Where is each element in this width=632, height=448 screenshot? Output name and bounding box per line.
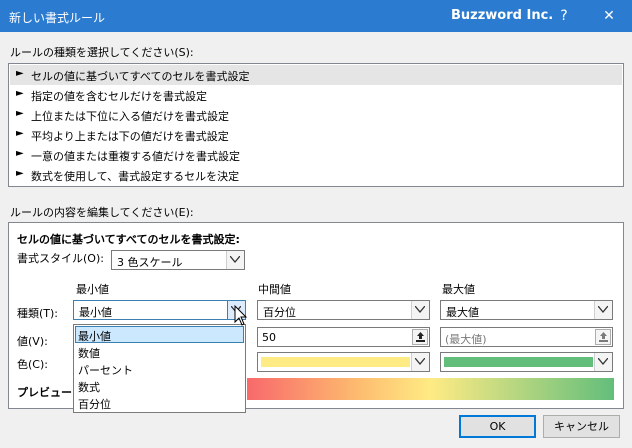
format-style-label: 書式スタイル(O): xyxy=(17,252,104,265)
rule-type-label: ルールの種類を選択してください(S): xyxy=(10,46,194,59)
mouse-cursor-icon xyxy=(234,305,248,326)
edit-rule-label: ルールの内容を編集してください(E): xyxy=(10,206,194,219)
color-label: 色(C): xyxy=(17,358,48,371)
min-type-select[interactable]: 最小値 xyxy=(73,300,246,320)
rule-type-item[interactable]: ► セルの値に基づいてすべてのセルを書式設定 xyxy=(10,65,622,85)
rule-type-item[interactable]: ► 一意の値または重複する値だけを書式設定 xyxy=(10,145,622,165)
close-button[interactable]: ✕ xyxy=(596,4,622,28)
bullet-arrow-icon: ► xyxy=(16,88,24,99)
type-label: 種類(T): xyxy=(17,307,59,320)
mid-column-header: 中間値 xyxy=(258,283,291,296)
chevron-down-icon[interactable] xyxy=(411,301,429,319)
format-style-select[interactable]: 3 色スケール xyxy=(111,250,245,270)
max-value-input[interactable]: (最大値) xyxy=(440,327,613,347)
cancel-button[interactable]: キャンセル xyxy=(543,415,620,438)
min-type-dropdown[interactable]: 最小値 数値 パーセント 数式 百分位 xyxy=(73,324,246,413)
rule-heading: セルの値に基づいてすべてのセルを書式設定: xyxy=(17,233,240,246)
rule-type-list[interactable]: ► セルの値に基づいてすべてのセルを書式設定 ► 指定の値を含むセルだけを書式設… xyxy=(8,63,624,187)
dropdown-option[interactable]: 数値 xyxy=(75,343,244,360)
bullet-arrow-icon: ► xyxy=(16,108,24,119)
bullet-arrow-icon: ► xyxy=(16,68,24,79)
preview-label: プレビュー: xyxy=(17,386,77,399)
value-label: 値(V): xyxy=(17,335,48,348)
rule-type-item[interactable]: ► 平均より上または下の値だけを書式設定 xyxy=(10,125,622,145)
mid-value-input[interactable]: 50 xyxy=(257,327,430,347)
rule-type-item[interactable]: ► 数式を使用して、書式設定するセルを決定 xyxy=(10,165,622,185)
dropdown-option[interactable]: 最小値 xyxy=(75,326,244,343)
chevron-down-icon[interactable] xyxy=(594,353,612,371)
title-bar: 新しい書式ルール Buzzword Inc. ? ✕ xyxy=(0,0,632,32)
ok-button[interactable]: OK xyxy=(459,415,536,438)
dropdown-option[interactable]: 数式 xyxy=(75,377,244,394)
chevron-down-icon[interactable] xyxy=(594,301,612,319)
help-button[interactable]: ? xyxy=(551,4,577,28)
chevron-down-icon[interactable] xyxy=(411,353,429,371)
max-column-header: 最大値 xyxy=(442,283,475,296)
brand-label: Buzzword Inc. xyxy=(451,8,554,23)
dropdown-option[interactable]: 百分位 xyxy=(75,394,244,411)
dropdown-option[interactable]: パーセント xyxy=(75,360,244,377)
mid-type-select[interactable]: 百分位 xyxy=(257,300,430,320)
mid-color-swatch xyxy=(261,357,410,367)
chevron-down-icon[interactable] xyxy=(226,251,244,269)
rule-type-item[interactable]: ► 指定の値を含むセルだけを書式設定 xyxy=(10,85,622,105)
preview-gradient xyxy=(247,378,614,400)
max-type-select[interactable]: 最大値 xyxy=(440,300,613,320)
max-color-swatch xyxy=(444,357,593,367)
range-select-icon[interactable] xyxy=(595,329,611,345)
dialog-title: 新しい書式ルール xyxy=(9,11,106,25)
bullet-arrow-icon: ► xyxy=(16,128,24,139)
max-color-select[interactable] xyxy=(440,352,613,372)
rule-type-item[interactable]: ► 上位または下位に入る値だけを書式設定 xyxy=(10,105,622,125)
min-column-header: 最小値 xyxy=(76,283,109,296)
bullet-arrow-icon: ► xyxy=(16,168,24,179)
mid-color-select[interactable] xyxy=(257,352,430,372)
bullet-arrow-icon: ► xyxy=(16,148,24,159)
range-select-icon[interactable] xyxy=(412,329,428,345)
